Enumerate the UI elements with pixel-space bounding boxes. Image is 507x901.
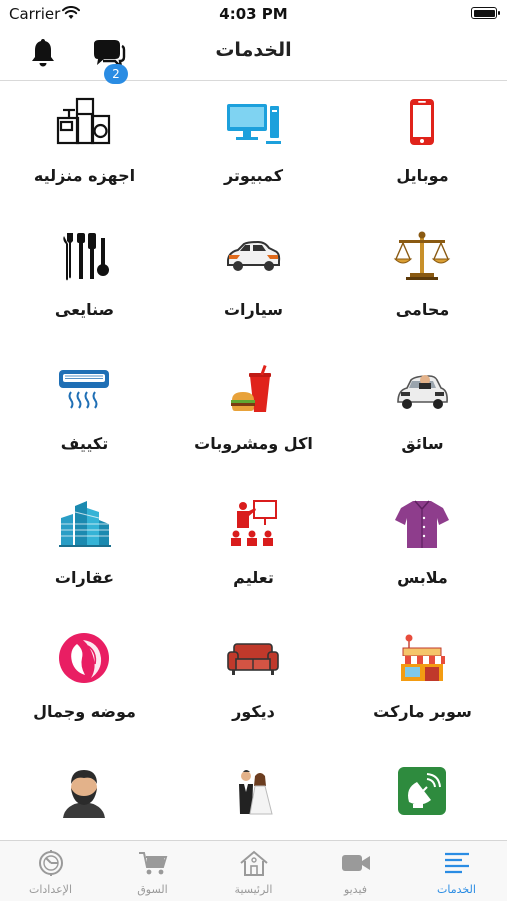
service-label: عقارات bbox=[54, 568, 115, 587]
car-icon bbox=[227, 240, 281, 271]
service-label: سوبر ماركت bbox=[373, 702, 472, 721]
page-title: الخدمات bbox=[215, 39, 292, 61]
tab-market[interactable]: السوق bbox=[102, 841, 203, 901]
service-label: تعليم bbox=[233, 568, 274, 587]
tools-icon bbox=[63, 233, 109, 281]
service-label: محامى bbox=[395, 300, 450, 319]
service-label: موضه وجمال bbox=[33, 702, 136, 721]
home-icon bbox=[240, 850, 268, 876]
tab-bar: الخدمات فيديو الرئيسية السوق الإعدادات bbox=[0, 840, 507, 901]
air-conditioner-icon bbox=[59, 370, 109, 409]
service-decor[interactable]: ديكور bbox=[169, 618, 338, 752]
computer-icon bbox=[227, 104, 281, 144]
tab-settings[interactable]: الإعدادات bbox=[0, 841, 101, 901]
list-icon bbox=[445, 852, 469, 874]
tab-label: فيديو bbox=[343, 883, 368, 896]
beauty-icon bbox=[59, 633, 109, 683]
service-craftsman[interactable]: صنايعى bbox=[0, 216, 169, 350]
service-supermarket[interactable]: سوبر ماركت bbox=[338, 618, 507, 752]
service-driver[interactable]: سائق bbox=[338, 350, 507, 484]
service-label: تكييف bbox=[60, 434, 109, 453]
clock: 4:03 PM bbox=[219, 5, 288, 23]
service-label: ملابس bbox=[397, 568, 448, 587]
service-label: سائق bbox=[401, 434, 444, 453]
service-man[interactable] bbox=[0, 752, 169, 840]
service-lawyer[interactable]: محامى bbox=[338, 216, 507, 350]
buildings-icon bbox=[59, 501, 111, 547]
service-fashion-beauty[interactable]: موضه وجمال bbox=[0, 618, 169, 752]
food-drink-icon bbox=[231, 364, 271, 412]
service-air-conditioning[interactable]: تكييف bbox=[0, 350, 169, 484]
tab-label: الخدمات bbox=[437, 883, 476, 896]
tab-video[interactable]: فيديو bbox=[305, 841, 406, 901]
supermarket-icon bbox=[399, 634, 445, 681]
service-label: سيارات bbox=[223, 300, 284, 319]
settings-icon bbox=[39, 850, 63, 876]
service-wedding[interactable] bbox=[169, 752, 338, 840]
wedding-couple-icon bbox=[239, 770, 273, 815]
tab-home[interactable]: الرئيسية bbox=[203, 841, 304, 901]
service-cars[interactable]: سيارات bbox=[169, 216, 338, 350]
teaching-icon bbox=[231, 500, 277, 546]
sofa-icon bbox=[227, 643, 279, 675]
service-food-drinks[interactable]: اكل ومشروبات bbox=[169, 350, 338, 484]
chat-badge: 2 bbox=[104, 64, 128, 84]
nav-header: 2 الخدمات bbox=[0, 28, 507, 84]
satellite-dish-icon bbox=[398, 767, 446, 815]
tab-label: السوق bbox=[137, 883, 168, 896]
service-clothes[interactable]: ملابس bbox=[338, 484, 507, 618]
video-camera-icon bbox=[342, 855, 370, 871]
service-home-appliances[interactable]: اجهزه منزليه bbox=[0, 82, 169, 216]
service-education[interactable]: تعليم bbox=[169, 484, 338, 618]
mobile-phone-icon bbox=[410, 99, 434, 145]
service-satellite[interactable] bbox=[338, 752, 507, 840]
service-label: ديكور bbox=[232, 702, 275, 721]
home-appliances-icon bbox=[56, 97, 111, 145]
service-real-estate[interactable]: عقارات bbox=[0, 484, 169, 618]
shirt-icon bbox=[395, 500, 449, 548]
service-mobile[interactable]: موبايل bbox=[338, 82, 507, 216]
driver-icon bbox=[397, 375, 448, 409]
service-label: اكل ومشروبات bbox=[194, 434, 313, 453]
status-bar: Carrier 4:03 PM bbox=[0, 0, 507, 28]
scales-icon bbox=[393, 231, 451, 280]
tab-label: الإعدادات bbox=[28, 883, 73, 896]
service-label: كمبيوتر bbox=[223, 166, 284, 185]
service-label: صنايعى bbox=[54, 300, 115, 319]
service-label: اجهزه منزليه bbox=[33, 166, 136, 185]
services-grid: موبايل كمبيوتر اجهزه منزليه محامى سيارات… bbox=[0, 82, 507, 840]
cart-icon bbox=[139, 852, 168, 875]
service-label: موبايل bbox=[396, 166, 449, 185]
tab-label: الرئيسية bbox=[234, 883, 273, 896]
bearded-man-icon bbox=[63, 770, 105, 818]
tab-services[interactable]: الخدمات bbox=[406, 841, 507, 901]
battery-icon bbox=[471, 7, 500, 19]
service-computer[interactable]: كمبيوتر bbox=[169, 82, 338, 216]
